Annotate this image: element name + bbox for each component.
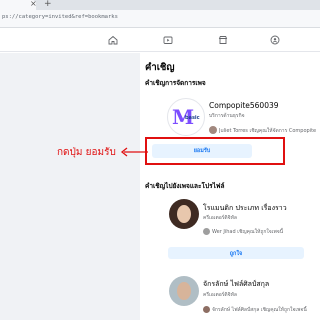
left-panel: [0, 53, 140, 320]
like-button-label: ถูกใจ: [229, 250, 243, 257]
store-icon[interactable]: [218, 35, 228, 45]
page-category: บริการด้านธุรกิจ: [209, 113, 245, 119]
address-bar[interactable]: ps://category=invited&ref=bookmarks: [0, 10, 320, 28]
like-button[interactable]: ถูกใจ: [168, 247, 304, 259]
close-tab-icon[interactable]: ×: [30, 0, 37, 8]
page-logo[interactable]: M basic: [167, 98, 205, 136]
avatar[interactable]: [203, 306, 210, 313]
browser-tab-strip: × +: [0, 0, 320, 10]
annotation-text: กดปุ่ม ยอมรับ: [57, 147, 116, 158]
top-navigation: [0, 28, 320, 52]
page-name[interactable]: Compopite560039: [209, 101, 279, 110]
avatar[interactable]: [209, 126, 217, 134]
avatar[interactable]: [169, 276, 199, 306]
section-title-pages-profiles: คำเชิญไปยังเพจและโปรไฟล์: [145, 182, 225, 190]
new-tab-button[interactable]: +: [44, 0, 52, 9]
logo-word: basic: [185, 115, 200, 121]
card-title[interactable]: โรแมนติก ประเภท เรื่องราว: [203, 203, 287, 214]
inviter-text: Juliet Torres เชิญคุณให้จัดการ Compopite: [219, 128, 317, 134]
card-title[interactable]: จักรลักษ์ ไฟล์ศิลป์สกุล: [203, 279, 269, 290]
avatar[interactable]: [203, 228, 210, 235]
inviter-text: Wer Jihad เชิญคุณให้ถูกใจเพจนี้: [212, 229, 284, 235]
groups-icon[interactable]: [270, 35, 280, 45]
card-category: ครีเอเตอร์ดิจิทัล: [203, 292, 237, 298]
inviter-text: จักรลักษ์ ไฟล์ศิลป์สกุล เชิญคุณให้ถูกใจเ…: [212, 307, 307, 313]
avatar[interactable]: [169, 199, 199, 229]
section-title-page-management: คำเชิญการจัดการเพจ: [145, 79, 206, 87]
url-text[interactable]: ps://category=invited&ref=bookmarks: [2, 14, 118, 20]
browser-tab[interactable]: ×: [0, 0, 37, 10]
arrow-left-icon: [120, 147, 148, 157]
highlight-box: [145, 137, 285, 165]
card-category: ครีเอเตอร์ดิจิทัล: [203, 215, 237, 221]
page-title: คำเชิญ: [145, 62, 175, 73]
watch-icon[interactable]: [163, 35, 173, 45]
home-icon[interactable]: [108, 35, 118, 45]
